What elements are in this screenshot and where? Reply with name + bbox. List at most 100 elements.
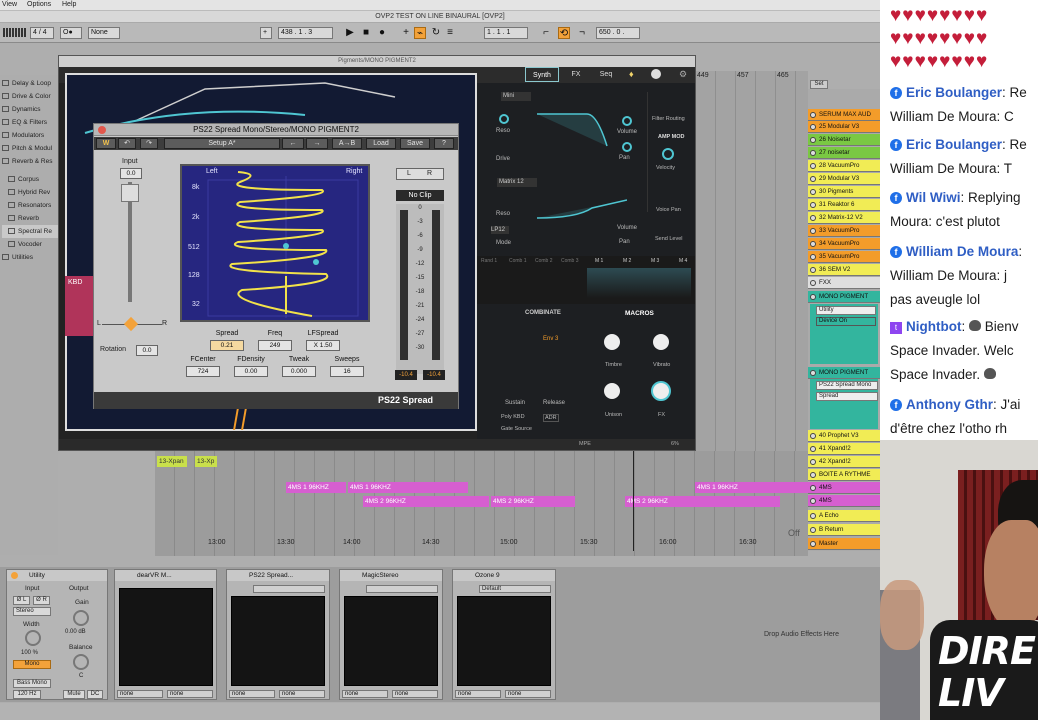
browser-item[interactable]: Hybrid Rev <box>2 186 58 199</box>
dc-toggle[interactable]: DC <box>87 690 103 699</box>
browser-item[interactable]: Resonators <box>2 199 58 212</box>
menu-help[interactable]: Help <box>62 1 76 8</box>
macro-knob-vibrato[interactable] <box>653 334 669 350</box>
track-header[interactable]: 35 VacuumPro <box>808 251 880 263</box>
fdensity-value[interactable]: 0.00 <box>234 366 268 377</box>
setup-select[interactable]: Setup A* <box>164 138 280 149</box>
track-header[interactable]: SERUM MAX AUD <box>808 109 880 121</box>
loop-start[interactable]: 1 . 1 . 1 <box>484 27 528 39</box>
macro-knob-unison[interactable] <box>604 383 620 399</box>
metronome-field[interactable]: O● <box>60 27 82 39</box>
sweeps-value[interactable]: 16 <box>330 366 364 377</box>
plugin-panel[interactable] <box>344 596 438 686</box>
freq-value[interactable]: 249 <box>258 340 292 351</box>
plugin-panel[interactable] <box>119 588 213 686</box>
browser-item[interactable]: Modulators <box>2 129 58 142</box>
width-knob[interactable] <box>25 630 41 646</box>
bass-mono-toggle[interactable]: Bass Mono <box>13 679 51 688</box>
device-power-icon[interactable] <box>11 572 18 579</box>
spread-display[interactable]: Left Right 8k 2k 512 128 32 <box>180 164 370 322</box>
track-header[interactable]: 41 Xpand!2 <box>808 443 880 455</box>
arrangement-view[interactable]: 13-Xpan 13-Xp 4MS 1 96KHZ 4MS 1 96KHZ 4M… <box>155 451 808 556</box>
mpe-label[interactable]: MPE <box>579 441 591 447</box>
track-header[interactable]: 29 Modular V3 <box>808 173 880 185</box>
adr-button[interactable]: ADR <box>543 414 559 422</box>
input-value[interactable]: 0.0 <box>120 168 142 179</box>
sidechain-select[interactable]: none <box>117 690 163 698</box>
save-button[interactable]: Save <box>400 138 430 149</box>
clip[interactable]: 4MS 2 96KHZ <box>491 496 575 507</box>
plugin-panel[interactable] <box>231 596 325 686</box>
track-header[interactable]: 40 Prophet V3 <box>808 430 880 442</box>
spread-value[interactable]: 0.21 <box>210 340 244 351</box>
play-icon[interactable]: ▶ <box>344 27 356 39</box>
clip[interactable]: 4MS 1 96KHZ <box>286 482 346 493</box>
mute-toggle[interactable]: Mute <box>63 690 85 699</box>
track-header[interactable]: 31 Reaktor 6 <box>808 199 880 211</box>
load-button[interactable]: Load <box>366 138 396 149</box>
phase-l-toggle[interactable]: Ø L <box>13 596 30 605</box>
seq-tab[interactable]: M 4 <box>679 258 687 264</box>
channel-mode-select[interactable]: Stereo <box>13 607 51 616</box>
record-icon[interactable]: ● <box>376 27 388 39</box>
punch-out-icon[interactable]: ¬ <box>576 27 588 39</box>
overdub-icon[interactable]: + <box>400 27 412 39</box>
browser-item[interactable]: Reverb <box>2 212 58 225</box>
arrangement-grid[interactable] <box>696 71 808 451</box>
browser-item[interactable]: EQ & Filters <box>2 116 58 129</box>
seq-tab[interactable]: M 2 <box>623 258 631 264</box>
reenable-icon[interactable]: ↻ <box>430 27 442 39</box>
browser-item[interactable]: Corpus <box>2 173 58 186</box>
browser-item[interactable]: Utilities <box>2 251 58 264</box>
track-header[interactable]: 28 VacuumPro <box>808 160 880 172</box>
loop-length[interactable]: 650 . 0 . <box>596 27 640 39</box>
track-header[interactable]: 33 VacuumPro <box>808 225 880 237</box>
plugin-panel[interactable] <box>457 596 551 686</box>
bass-mono-freq[interactable]: 120 Hz <box>13 690 41 699</box>
automation-param-select[interactable]: Device On <box>816 317 876 326</box>
seq-tab[interactable]: Comb 2 <box>535 258 553 264</box>
punch-in-icon[interactable]: ⌐ <box>540 27 552 39</box>
mono-toggle[interactable]: Mono <box>13 660 51 669</box>
automation-device-select[interactable]: PS22 Spread Mono <box>816 381 878 390</box>
clip[interactable]: 13-Xp <box>195 456 217 467</box>
macro-knob-timbre[interactable] <box>604 334 620 350</box>
browser-item[interactable]: Pitch & Modul <box>2 142 58 155</box>
time-signature[interactable]: 4 / 4 <box>30 27 54 39</box>
sidechain-select[interactable]: none <box>279 690 325 698</box>
lp12-select[interactable]: LP12 <box>491 226 509 234</box>
clip[interactable]: 4MS 2 96KHZ <box>625 496 780 507</box>
seq-tab[interactable]: M 1 <box>595 258 603 264</box>
set-button[interactable]: Set <box>810 80 828 89</box>
preset-select[interactable] <box>253 585 325 593</box>
ab-button[interactable]: A→B <box>332 138 362 149</box>
track-header[interactable]: Master <box>808 538 880 550</box>
track-header[interactable]: 26 Noisetar <box>808 134 880 146</box>
seq-tab[interactable]: M 3 <box>651 258 659 264</box>
quantize-select[interactable]: None <box>88 27 120 39</box>
next-arrow-icon[interactable]: → <box>306 138 328 149</box>
phase-r-toggle[interactable]: Ø R <box>33 596 50 605</box>
help-button[interactable]: ? <box>434 138 454 149</box>
tab-fx[interactable]: FX <box>564 67 588 82</box>
fcenter-value[interactable]: 724 <box>186 366 220 377</box>
pan-knob[interactable] <box>622 142 632 152</box>
prev-arrow-icon[interactable]: ← <box>282 138 304 149</box>
redo-icon[interactable]: ↷ <box>140 138 158 149</box>
browser-item[interactable]: Spectral Re <box>2 225 58 238</box>
plus-icon[interactable]: + <box>260 27 272 39</box>
track-header[interactable]: 30 Pigments <box>808 186 880 198</box>
track-header[interactable]: 34 VacuumPro <box>808 238 880 250</box>
volume-knob[interactable] <box>622 116 632 126</box>
track-header[interactable]: MONO PIGMENT <box>808 367 880 379</box>
track-header[interactable]: FXX <box>808 277 880 289</box>
capture-icon[interactable]: ≡ <box>444 27 456 39</box>
sidechain-select[interactable]: none <box>455 690 501 698</box>
track-header[interactable]: A Echo <box>808 510 880 522</box>
lightbulb-icon[interactable]: ♦ <box>629 69 637 79</box>
browser-item[interactable]: Reverb & Res <box>2 155 58 168</box>
input-fader[interactable] <box>121 184 139 202</box>
lfspread-value[interactable]: X 1.50 <box>306 340 340 351</box>
clip[interactable]: 4MS 1 96KHZ <box>348 482 468 493</box>
track-header[interactable]: 4MS <box>808 482 880 494</box>
